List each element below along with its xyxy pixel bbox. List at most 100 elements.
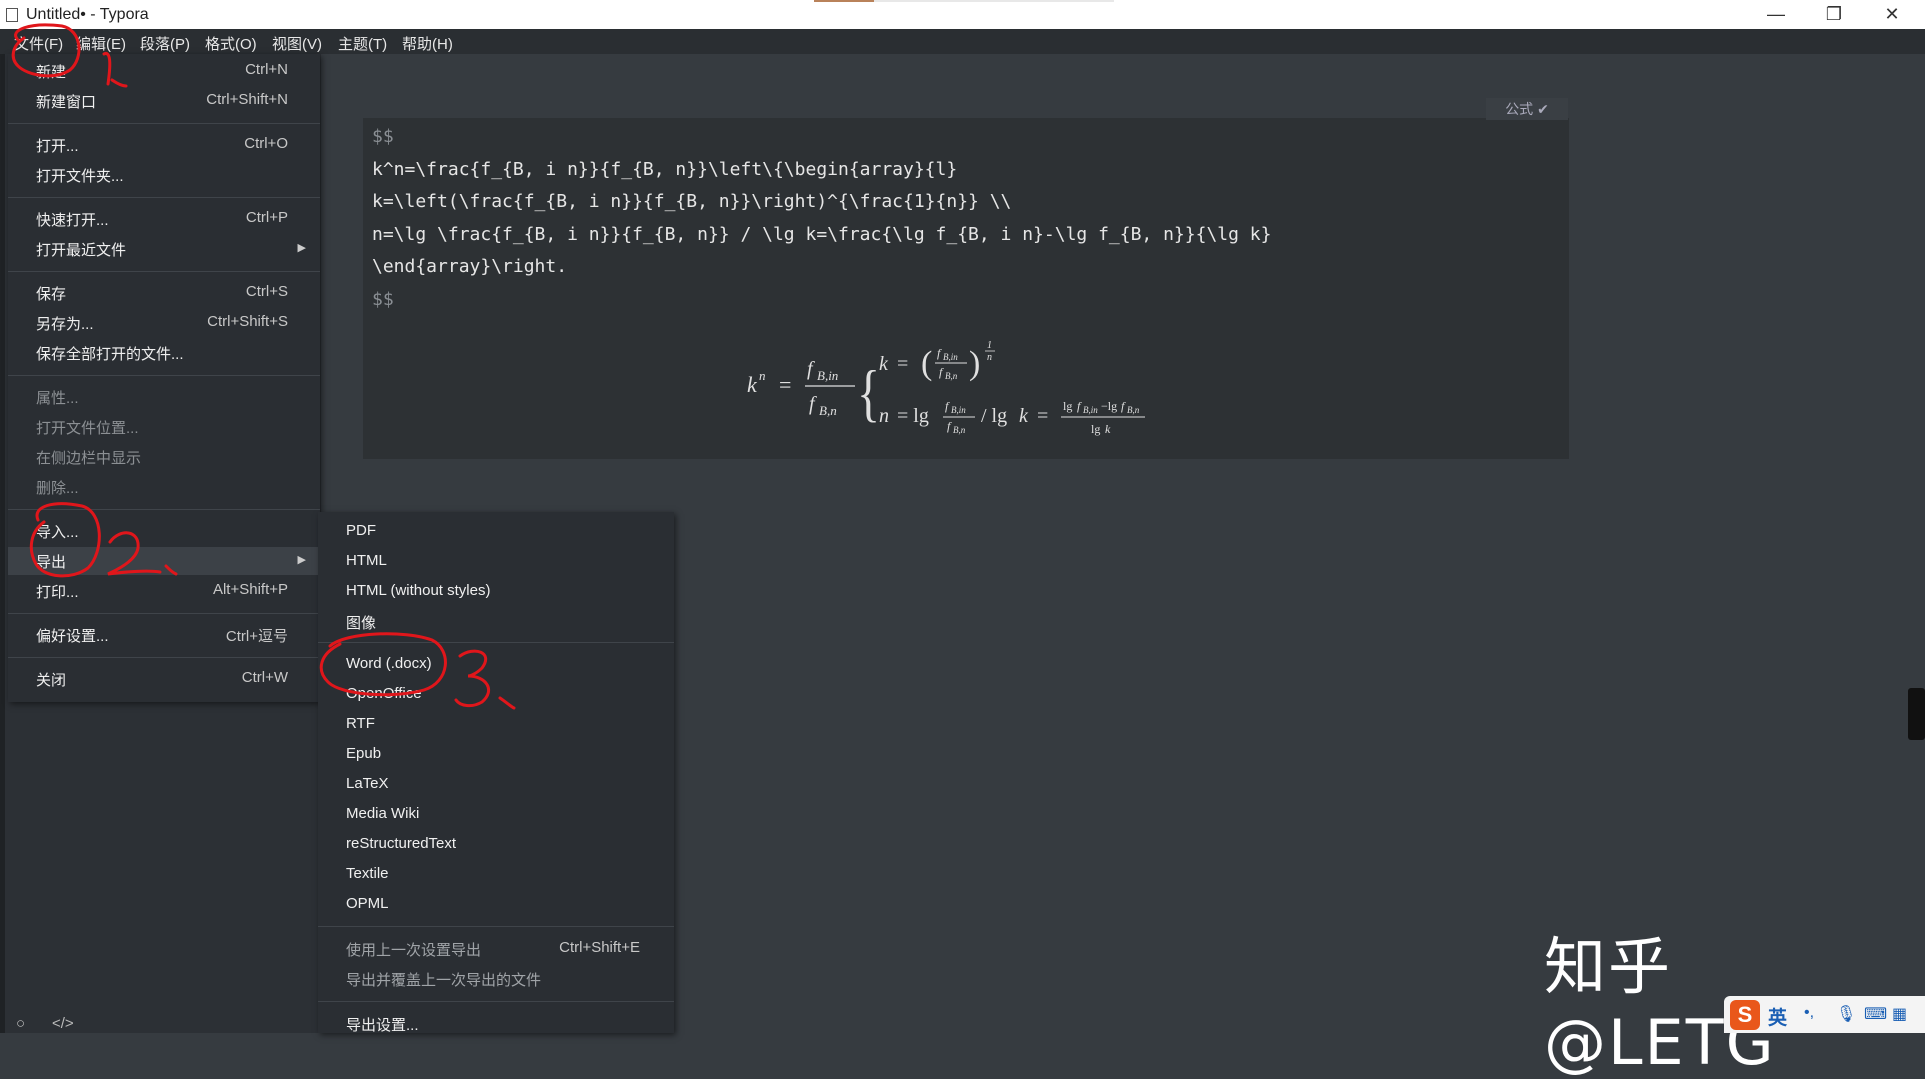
export-restructuredtext[interactable]: reStructuredText [318,831,674,859]
title-bar: Untitled• - Typora — ❐ ✕ [0,0,1925,29]
scroll-indicator[interactable] [1908,688,1925,740]
svg-text:f: f [807,358,815,380]
file-menu-new[interactable]: 新建 Ctrl+N [8,57,320,85]
svg-text:1: 1 [987,340,992,351]
svg-text:): ) [969,345,980,382]
svg-text:f: f [1121,399,1126,413]
source-code-mode-icon[interactable]: </> [52,1015,74,1032]
restore-button[interactable]: ❐ [1805,0,1863,29]
file-menu-preferences[interactable]: 偏好设置... Ctrl+逗号 [8,621,320,649]
svg-text:f: f [809,393,817,415]
svg-text:=: = [897,353,908,375]
export-openoffice[interactable]: OpenOffice [318,681,674,709]
export-latex[interactable]: LaTeX [318,771,674,799]
menu-format[interactable]: 格式(O) [205,33,257,54]
svg-text:−lg: −lg [1101,399,1117,413]
export-html[interactable]: HTML [318,548,674,576]
svg-text:f: f [939,365,944,379]
file-menu-save[interactable]: 保存 Ctrl+S [8,279,320,307]
svg-text:= lg: = lg [897,405,929,427]
file-menu-new-window[interactable]: 新建窗口 Ctrl+Shift+N [8,87,320,115]
svg-text:lg: lg [1063,399,1072,413]
microphone-icon[interactable]: 🎙 [1836,1004,1856,1024]
svg-text:n: n [879,405,889,427]
math-source[interactable]: $$ k^n=\frac{f_{B, i n}}{f_{B, n}}\left\… [372,121,1271,316]
svg-text:/ lg: / lg [981,405,1007,427]
svg-text:B,in: B,in [817,368,838,383]
file-menu-import[interactable]: 导入... [8,517,320,545]
menu-separator [8,271,320,272]
svg-text:B,in: B,in [1083,405,1098,415]
outline-toggle-icon[interactable]: ○ [16,1015,25,1032]
file-menu-print[interactable]: 打印... Alt+Shift+P [8,577,320,605]
math-source-line: \end{array}\right. [372,256,568,277]
export-opml[interactable]: OPML [318,891,674,919]
sogou-logo-icon[interactable]: S [1730,1000,1760,1030]
menu-separator [318,1001,674,1002]
file-menu-quick-open[interactable]: 快速打开... Ctrl+P [8,205,320,233]
minimize-button[interactable]: — [1747,0,1805,29]
ime-toolbar: S 英 •, 🎙 ⌨ ▦ [1724,996,1925,1033]
export-word-docx[interactable]: Word (.docx) [318,651,674,679]
export-submenu: PDF HTML HTML (without styles) 图像 Word (… [318,512,674,1034]
menu-view[interactable]: 视图(V) [272,33,322,54]
math-delimiter-open: $$ [372,126,394,147]
file-menu: 新建 Ctrl+N 新建窗口 Ctrl+Shift+N 打开... Ctrl+O 打开… [8,54,320,702]
export-pdf[interactable]: PDF [318,518,674,546]
menu-separator [318,642,674,643]
file-menu-save-all[interactable]: 保存全部打开的文件... [8,339,320,367]
rendered-formula: k n = f B,in f B,n { k = ( f B,in f B,n ) 1 … [747,340,1145,436]
export-mediawiki[interactable]: Media Wiki [318,801,674,829]
menu-separator [8,613,320,614]
window-title: Untitled• - Typora [26,6,149,23]
svg-text:n: n [987,352,992,363]
export-image[interactable]: 图像 [318,608,674,636]
ime-language-toggle[interactable]: 英 [1768,1003,1787,1030]
menu-separator [318,926,674,927]
file-menu-open[interactable]: 打开... Ctrl+O [8,131,320,159]
export-settings[interactable]: 导出设置... [318,1010,674,1038]
svg-text:k: k [747,372,758,397]
math-source-line: n=\lg \frac{f_{B, i n}}{f_{B, n}} / \lg … [372,223,1272,245]
keyboard-icon[interactable]: ⌨ [1864,1004,1887,1024]
menu-help[interactable]: 帮助(H) [402,33,453,54]
svg-text:f: f [945,399,950,413]
file-menu-delete: 删除... [36,480,79,497]
toolbox-icon[interactable]: ▦ [1892,1004,1907,1024]
svg-text:B,n: B,n [819,403,837,418]
svg-text:B,n: B,n [953,425,966,435]
file-menu-open-folder[interactable]: 打开文件夹... [8,161,320,189]
file-menu-properties: 属性... [36,390,79,407]
menu-paragraph[interactable]: 段落(P) [140,33,190,54]
punctuation-icon[interactable]: •, [1804,1004,1814,1022]
file-menu-recent[interactable]: 打开最近文件 ▶ [8,235,320,263]
math-block-tag: 公式 ✔ [1486,98,1568,120]
export-epub[interactable]: Epub [318,741,674,769]
svg-text:=: = [779,372,791,397]
file-menu-open-location: 打开文件位置... [36,420,139,437]
svg-text:B,in: B,in [951,405,966,415]
export-textile[interactable]: Textile [318,861,674,889]
menu-file[interactable]: 文件(F) [14,33,63,54]
submenu-arrow-icon: ▶ [297,554,306,566]
file-menu-export[interactable]: 导出 ▶ [8,547,320,575]
svg-text:f: f [1077,399,1082,413]
svg-text:B,in: B,in [943,352,958,362]
menu-bar: 文件(F) 编辑(E) 段落(P) 格式(O) 视图(V) 主题(T) 帮助(H… [0,29,1925,54]
svg-text:f: f [947,419,952,433]
svg-text:{: { [857,359,880,429]
menu-separator [8,375,320,376]
svg-text:B,n: B,n [945,371,958,381]
tab-indicator [814,0,874,2]
svg-text:(: ( [921,345,932,382]
menu-edit[interactable]: 编辑(E) [76,33,126,54]
menu-theme[interactable]: 主题(T) [338,33,387,54]
svg-text:f: f [937,346,942,360]
export-rtf[interactable]: RTF [318,711,674,739]
file-menu-close[interactable]: 关闭 Ctrl+W [8,665,320,693]
export-html-no-styles[interactable]: HTML (without styles) [318,578,674,606]
file-menu-save-as[interactable]: 另存为... Ctrl+Shift+S [8,309,320,337]
close-button[interactable]: ✕ [1863,0,1921,29]
menu-separator [8,657,320,658]
export-with-last-settings: 使用上一次设置导出 Ctrl+Shift+E [346,939,640,959]
